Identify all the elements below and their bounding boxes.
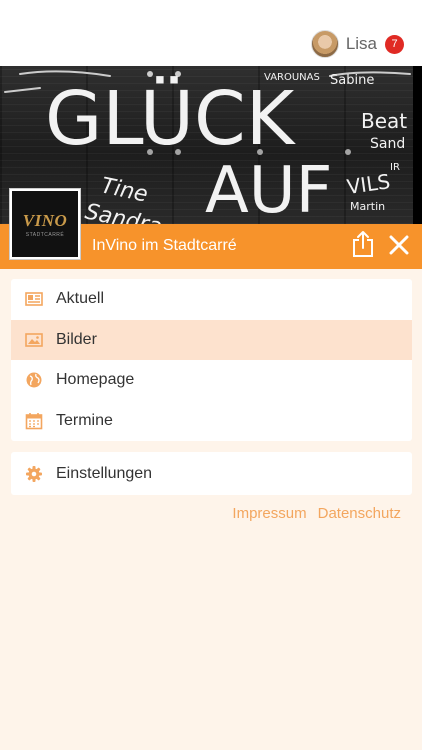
- menu-item-termine[interactable]: Termine: [11, 401, 412, 442]
- top-bar: Lisa 7: [0, 0, 422, 66]
- hero-word: IR: [390, 162, 400, 173]
- calendar-icon: [25, 412, 43, 430]
- datenschutz-link[interactable]: Datenschutz: [318, 505, 401, 522]
- avatar[interactable]: [310, 30, 339, 58]
- menu-item-einstellungen[interactable]: Einstellungen: [11, 452, 412, 495]
- menu-label: Homepage: [56, 371, 135, 389]
- page-title: InVino im Stadtcarré: [92, 237, 237, 254]
- notification-badge[interactable]: 7: [385, 34, 404, 54]
- menu-label: Termine: [56, 411, 113, 429]
- hero-word: Sand: [370, 136, 405, 152]
- menu-item-bilder[interactable]: Bilder: [11, 319, 412, 360]
- close-button[interactable]: [388, 234, 410, 256]
- settings-card: Einstellungen: [11, 452, 412, 495]
- globe-icon: [26, 372, 42, 388]
- menu-item-homepage[interactable]: Homepage: [11, 360, 412, 401]
- impressum-link[interactable]: Impressum: [232, 505, 306, 522]
- hero-word: VAROUNAS: [264, 72, 320, 83]
- newspaper-icon: [25, 292, 43, 307]
- close-icon: [389, 235, 409, 255]
- hero-word: GLÜCK: [45, 75, 297, 162]
- footer-links: Impressum Datenschutz: [232, 505, 401, 522]
- share-icon: [353, 231, 373, 257]
- logo-text: VINO: [22, 210, 68, 230]
- user-profile[interactable]: Lisa 7: [310, 29, 404, 59]
- menu-label: Aktuell: [56, 290, 105, 308]
- user-name[interactable]: Lisa: [346, 34, 377, 54]
- logo-subtext: STADTCARRÉ: [25, 231, 65, 238]
- hero-word: AUF: [205, 154, 332, 224]
- venue-logo: VINO STADTCARRÉ: [10, 189, 80, 259]
- hero-word: Martin: [350, 200, 385, 213]
- hero-edge: [413, 66, 422, 224]
- menu-item-aktuell[interactable]: Aktuell: [11, 279, 412, 320]
- gear-icon: [26, 465, 42, 482]
- hero-word: Sabine: [330, 73, 374, 88]
- image-icon: [25, 332, 43, 347]
- share-button[interactable]: [351, 230, 375, 258]
- menu-label: Einstellungen: [56, 464, 153, 482]
- hero-word: Beat: [361, 109, 407, 133]
- hero-word: VILS: [345, 169, 391, 199]
- menu-label: Bilder: [56, 330, 97, 348]
- menu-card: Aktuell Bilder Homepage Termine: [11, 279, 412, 441]
